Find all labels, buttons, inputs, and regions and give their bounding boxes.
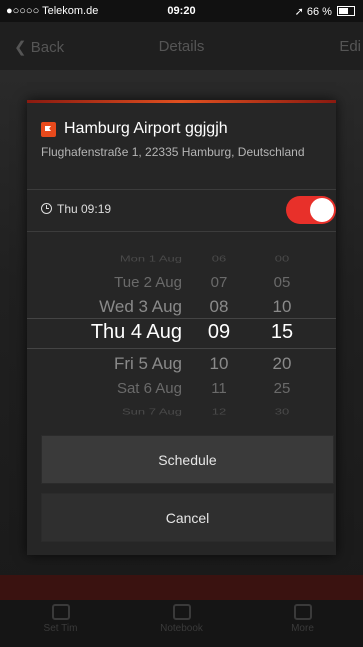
clock-icon (41, 203, 52, 214)
picker-option[interactable]: 25 (262, 375, 302, 403)
picker-option[interactable]: Wed 3 Aug (99, 293, 182, 321)
edit-button[interactable]: Edi (339, 38, 361, 55)
schedule-dialog: Hamburg Airport ggjgjh Flughafenstraße 1… (27, 100, 336, 555)
notebook-icon (172, 604, 191, 620)
tab-more[interactable]: More (242, 604, 363, 634)
status-bar: ●○○○○ Telekom.de 09:20 ➚ 66 % (0, 0, 363, 22)
cancel-button[interactable]: Cancel (41, 493, 334, 542)
selection-line-top (27, 318, 336, 319)
picker-option[interactable]: Sat 6 Aug (117, 375, 182, 403)
place-title: Hamburg Airport ggjgjh (64, 120, 228, 137)
hour-wheel[interactable]: 06 07 08 09 10 11 12 (199, 248, 239, 418)
battery-icon (337, 6, 355, 16)
picker-option[interactable]: 30 (262, 404, 302, 418)
picker-option[interactable]: 09 (199, 318, 239, 346)
page-title: Details (158, 38, 205, 55)
date-wheel[interactable]: Mon 1 Aug Tue 2 Aug Wed 3 Aug Thu 4 Aug Fri … (27, 248, 182, 418)
picker-option[interactable]: 00 (262, 251, 302, 268)
flag-icon (41, 122, 56, 137)
picker-option[interactable]: 20 (262, 350, 302, 378)
place-address: Flughafenstraße 1, 22335 Hamburg, Deutsc… (41, 145, 305, 159)
battery-percent: 66 % (306, 6, 332, 18)
location-arrow-icon: ➚ (294, 6, 304, 18)
tab-bar: Set Tim Notebook More (0, 600, 363, 647)
picker-option[interactable]: 11 (199, 375, 239, 403)
selection-line-bottom (27, 348, 336, 349)
tab-label: Notebook (160, 623, 203, 634)
picker-option[interactable]: 15 (262, 318, 302, 346)
reminder-row: Thu 09:19 (27, 190, 336, 230)
picker-option[interactable]: 06 (199, 251, 239, 268)
schedule-button[interactable]: Schedule (41, 435, 334, 484)
picker-option[interactable]: 10 (199, 350, 239, 378)
dialog-accent-bar (27, 100, 336, 103)
background-strip (0, 575, 363, 600)
picker-option[interactable]: 12 (199, 404, 239, 418)
reminder-toggle[interactable] (286, 196, 336, 224)
tab-notebook[interactable]: Notebook (121, 604, 242, 634)
divider (27, 231, 336, 232)
picker-option[interactable]: Thu 4 Aug (91, 318, 182, 346)
tab-label: Set Tim (43, 623, 78, 634)
battery-indicator: ➚ 66 % (295, 5, 355, 18)
picker-option[interactable]: Mon 1 Aug (120, 251, 182, 268)
grid-icon (51, 604, 70, 620)
picker-option[interactable]: 10 (262, 293, 302, 321)
picker-option[interactable]: Fri 5 Aug (114, 350, 182, 378)
reminder-time: Thu 09:19 (57, 202, 112, 216)
toggle-knob (310, 198, 334, 222)
tab-set-time[interactable]: Set Tim (0, 604, 121, 634)
date-time-picker[interactable]: Mon 1 Aug Tue 2 Aug Wed 3 Aug Thu 4 Aug Fri … (27, 248, 336, 418)
navigation-bar: ❮ Back Details Edi (0, 22, 363, 70)
tab-label: More (291, 623, 314, 634)
picker-option[interactable]: Sun 7 Aug (122, 404, 182, 418)
minute-wheel[interactable]: 00 05 10 15 20 25 30 (262, 248, 302, 418)
picker-option[interactable]: 08 (199, 293, 239, 321)
more-icon (293, 604, 312, 620)
